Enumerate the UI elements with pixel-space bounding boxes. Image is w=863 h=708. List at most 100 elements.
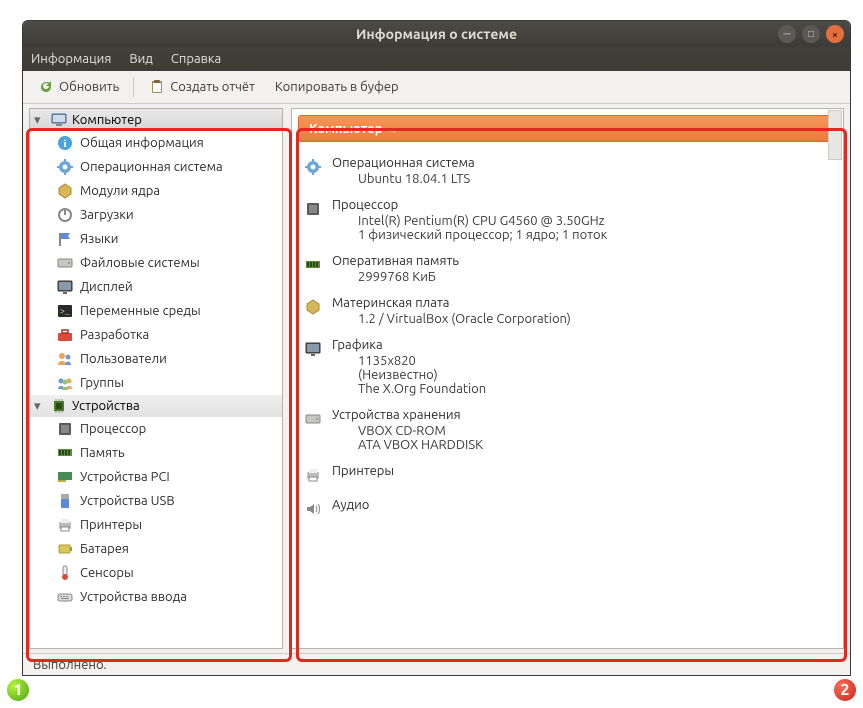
section-lines	[332, 512, 833, 514]
sidebar-item[interactable]: Устройства ввода	[30, 585, 282, 609]
sidebar-item[interactable]: Группы	[30, 371, 282, 395]
sidebar-category-computer[interactable]: ▾ Компьютер	[30, 109, 282, 131]
module-icon	[56, 182, 74, 200]
sections-list: Операционная системаUbuntu 18.04.1 LTSПр…	[298, 150, 837, 526]
sensor-icon	[56, 564, 74, 582]
main-header: Компьютер →	[298, 115, 837, 142]
flag-icon	[56, 230, 74, 248]
sidebar-item[interactable]: Устройства USB	[30, 489, 282, 513]
info-section: Оперативная память2999768 КиБ	[298, 248, 837, 290]
category-label: Устройства	[72, 399, 140, 413]
sidebar-item[interactable]: Загрузки	[30, 203, 282, 227]
titlebar[interactable]: Информация о системе ─ □ ×	[23, 21, 850, 47]
ram-icon	[56, 444, 74, 462]
refresh-label: Обновить	[59, 80, 119, 94]
item-label: Языки	[80, 232, 118, 246]
gear-icon	[56, 158, 74, 176]
expand-icon: ▾	[34, 113, 46, 128]
minimize-button[interactable]: ─	[778, 25, 796, 43]
sidebar-category-devices[interactable]: ▾ Устройства	[30, 395, 282, 417]
sidebar-item[interactable]: Батарея	[30, 537, 282, 561]
sidebar-item[interactable]: Сенсоры	[30, 561, 282, 585]
display-icon	[56, 278, 74, 296]
sidebar-item[interactable]: Разработка	[30, 323, 282, 347]
sidebar[interactable]: ▾ Компьютер i Общая информация Операционная …	[29, 108, 283, 649]
display-icon	[302, 338, 324, 360]
window-controls: ─ □ ×	[778, 25, 844, 43]
info-section: Устройства храненияVBOX CD-ROMATA VBOX H…	[298, 402, 837, 458]
section-title: Аудио	[332, 498, 833, 512]
info-section: Аудио	[298, 492, 837, 526]
item-label: Общая информация	[80, 136, 204, 150]
report-button[interactable]: Создать отчёт	[142, 75, 261, 99]
printer-icon	[56, 516, 74, 534]
cpu-icon	[56, 420, 74, 438]
gear-icon	[302, 156, 324, 178]
drive-icon	[302, 408, 324, 430]
section-line: The X.Org Foundation	[358, 382, 833, 396]
toolbar: Обновить Создать отчёт Копировать в буфе…	[23, 71, 850, 104]
sidebar-item[interactable]: Языки	[30, 227, 282, 251]
menu-information[interactable]: Информация	[31, 52, 111, 66]
sidebar-item[interactable]: Операционная система	[30, 155, 282, 179]
item-label: Память	[80, 446, 125, 460]
ram-icon	[302, 254, 324, 276]
section-line: VBOX CD-ROM	[358, 424, 833, 438]
clipboard-icon	[148, 78, 166, 96]
groups-icon	[56, 374, 74, 392]
sidebar-item[interactable]: Модули ядра	[30, 179, 282, 203]
sidebar-item[interactable]: Устройства PCI	[30, 465, 282, 489]
maximize-button[interactable]: □	[802, 25, 820, 43]
item-label: Переменные среды	[80, 304, 201, 318]
sidebar-item[interactable]: Файловые системы	[30, 251, 282, 275]
sidebar-item[interactable]: >_Переменные среды	[30, 299, 282, 323]
item-label: Группы	[80, 376, 124, 390]
statusbar: Выполнено.	[23, 653, 850, 675]
sidebar-item[interactable]: Принтеры	[30, 513, 282, 537]
audio-icon	[302, 498, 324, 520]
menu-help[interactable]: Справка	[171, 52, 221, 66]
section-title: Процессор	[332, 198, 833, 212]
section-title: Графика	[332, 338, 833, 352]
section-line: ATA VBOX HARDDISK	[358, 438, 833, 452]
info-section: ПроцессорIntel(R) Pentium(R) CPU G4560 @…	[298, 192, 837, 248]
section-lines	[332, 478, 833, 480]
item-label: Загрузки	[80, 208, 134, 222]
item-label: Принтеры	[80, 518, 142, 532]
status-text: Выполнено.	[33, 658, 107, 672]
chip-icon	[50, 397, 68, 415]
sidebar-item[interactable]: Пользователи	[30, 347, 282, 371]
refresh-icon	[37, 78, 55, 96]
input-icon	[56, 588, 74, 606]
copy-button[interactable]: Копировать в буфер	[269, 77, 405, 97]
toolbox-icon	[56, 326, 74, 344]
expand-icon: ▾	[34, 399, 46, 414]
pci-icon	[56, 468, 74, 486]
main-panel[interactable]: Компьютер → Операционная системаUbuntu 1…	[291, 108, 844, 649]
sidebar-item[interactable]: Память	[30, 441, 282, 465]
section-lines: Intel(R) Pentium(R) CPU G4560 @ 3.50GHz1…	[332, 212, 833, 242]
sidebar-item[interactable]: i Общая информация	[30, 131, 282, 155]
menu-view[interactable]: Вид	[129, 52, 153, 66]
annotation-badge-1: 1	[4, 676, 32, 704]
scrollbar[interactable]	[828, 110, 842, 160]
computer-icon	[50, 111, 68, 129]
section-lines: 1.2 / VirtualBox (Oracle Corporation)	[332, 310, 833, 326]
refresh-button[interactable]: Обновить	[31, 75, 125, 99]
app-window: Информация о системе ─ □ × Информация Ви…	[22, 20, 851, 676]
section-title: Операционная система	[332, 156, 833, 170]
category-label: Компьютер	[72, 113, 142, 127]
sidebar-item[interactable]: Процессор	[30, 417, 282, 441]
annotation-badge-2: 2	[831, 676, 859, 704]
section-title: Материнская плата	[332, 296, 833, 310]
section-title: Принтеры	[332, 464, 833, 478]
sidebar-item[interactable]: Дисплей	[30, 275, 282, 299]
item-label: Дисплей	[80, 280, 133, 294]
item-label: Разработка	[80, 328, 149, 342]
close-button[interactable]: ×	[826, 25, 844, 43]
item-label: Операционная система	[80, 160, 223, 174]
report-label: Создать отчёт	[170, 80, 255, 94]
section-lines: 2999768 КиБ	[332, 268, 833, 284]
svg-text:i: i	[63, 138, 66, 150]
item-label: Модули ядра	[80, 184, 160, 198]
